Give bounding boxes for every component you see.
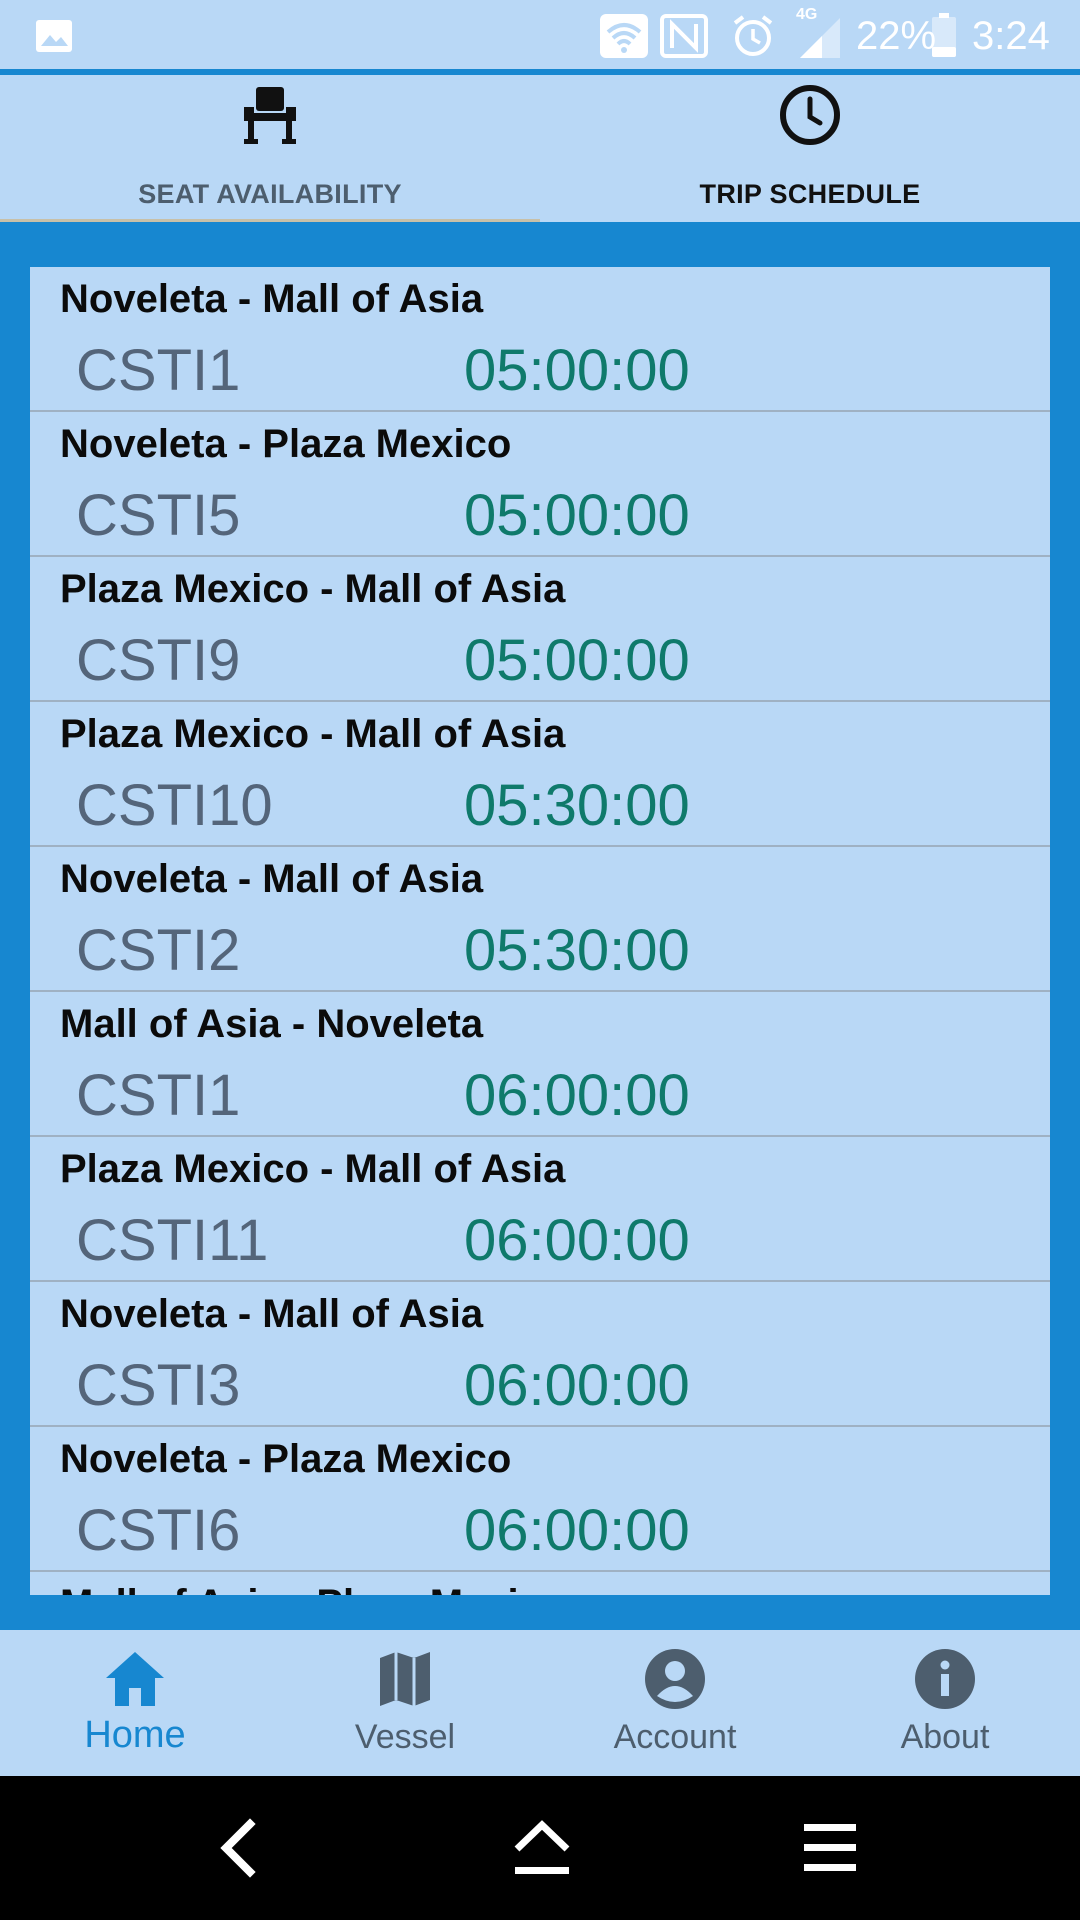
trip-code: CSTI3 (76, 1353, 241, 1418)
battery-icon (930, 0, 958, 72)
trip-time: 05:00:00 (464, 338, 690, 403)
trip-code: CSTI6 (76, 1498, 241, 1563)
back-arrow-icon (220, 1818, 256, 1878)
menu-system-button[interactable] (760, 1776, 900, 1920)
trip-row[interactable]: Noveleta - Mall of Asia CSTI2 05:30:00 (30, 847, 1050, 992)
back-button[interactable] (170, 1776, 310, 1920)
tab-indicator (0, 219, 540, 222)
trip-time: 06:00:00 (464, 1208, 690, 1273)
trip-time: 06:00:00 (464, 1063, 690, 1128)
home-system-button[interactable] (472, 1776, 612, 1920)
nfc-icon (660, 0, 708, 72)
schedule-tabs: SEAT AVAILABILITY TRIP SCHEDULE (0, 75, 1080, 222)
trip-row[interactable]: Plaza Mexico - Mall of Asia CSTI9 05:00:… (30, 557, 1050, 702)
nav-account[interactable]: Account (540, 1630, 810, 1776)
trip-code: CSTI9 (76, 628, 241, 693)
seat-icon (244, 87, 296, 144)
battery-percent: 22% (856, 0, 936, 72)
trip-route: Plaza Mexico - Mall of Asia (60, 567, 566, 611)
trip-route: Plaza Mexico - Mall of Asia (60, 1147, 566, 1191)
trip-route: Plaza Mexico - Mall of Asia (60, 712, 566, 756)
nav-home-label: Home (84, 1714, 186, 1756)
nav-about[interactable]: About (810, 1630, 1080, 1776)
trip-time: 06:00:00 (464, 1498, 690, 1563)
status-time-text: 3:24 (972, 13, 1050, 58)
tab-trip-schedule-label: TRIP SCHEDULE (699, 179, 921, 209)
clock-icon (780, 85, 840, 145)
trip-route: Noveleta - Plaza Mexico (60, 422, 512, 466)
trip-time: 05:30:00 (464, 918, 690, 983)
nav-account-label: Account (613, 1718, 737, 1756)
battery-percent-text: 22% (856, 13, 937, 58)
tab-trip-schedule[interactable]: TRIP SCHEDULE (540, 75, 1080, 222)
trip-route: Mall of Asia - Noveleta (60, 1002, 484, 1046)
trip-row[interactable]: Noveleta - Mall of Asia CSTI3 06:00:00 (30, 1282, 1050, 1427)
nav-about-label: About (900, 1718, 990, 1756)
info-icon (915, 1649, 975, 1709)
signal-icon: 4G (796, 0, 844, 72)
nav-vessel-label: Vessel (354, 1718, 456, 1756)
trip-code: CSTI1 (76, 1063, 241, 1128)
nav-vessel[interactable]: Vessel (270, 1630, 540, 1776)
menu-lines-icon (804, 1824, 856, 1871)
trip-time: 05:00:00 (464, 628, 690, 693)
trip-route: Noveleta - Plaza Mexico (60, 1437, 512, 1481)
nav-home[interactable]: Home (0, 1630, 270, 1776)
trip-time: 05:00:00 (464, 483, 690, 548)
trip-row[interactable]: Mall of Asia - Plaza Mexico (30, 1572, 1050, 1595)
wifi-icon (600, 0, 648, 72)
account-icon (645, 1649, 705, 1709)
clock-time: 3:24 (972, 0, 1050, 72)
trip-code: CSTI5 (76, 483, 241, 548)
trip-route: Mall of Asia - Plaza Mexico (60, 1582, 565, 1595)
trip-time: 06:00:00 (464, 1353, 690, 1418)
trip-row[interactable]: Noveleta - Mall of Asia CSTI1 05:00:00 (30, 267, 1050, 412)
trip-code: CSTI10 (76, 773, 273, 838)
trip-row[interactable]: Plaza Mexico - Mall of Asia CSTI11 06:00… (30, 1137, 1050, 1282)
system-navigation-bar (0, 1776, 1080, 1920)
trip-code: CSTI11 (76, 1208, 269, 1273)
trip-row[interactable]: Plaza Mexico - Mall of Asia CSTI10 05:30… (30, 702, 1050, 847)
tab-seat-availability[interactable]: SEAT AVAILABILITY (0, 75, 540, 222)
image-notification-icon (34, 0, 74, 72)
trip-route: Noveleta - Mall of Asia (60, 857, 484, 901)
status-bar: 4G 22% 3:24 (0, 0, 1080, 72)
home-icon (106, 1652, 164, 1706)
trip-route: Noveleta - Mall of Asia (60, 277, 484, 321)
bottom-navigation: Home Vessel Account About (0, 1630, 1080, 1776)
trip-list[interactable]: Noveleta - Mall of Asia CSTI1 05:00:00 N… (30, 267, 1050, 1595)
map-icon (380, 1652, 430, 1706)
trip-code: CSTI1 (76, 338, 241, 403)
alarm-icon (730, 0, 776, 72)
trip-row[interactable]: Mall of Asia - Noveleta CSTI1 06:00:00 (30, 992, 1050, 1137)
trip-row[interactable]: Noveleta - Plaza Mexico CSTI6 06:00:00 (30, 1427, 1050, 1572)
tab-seat-availability-label: SEAT AVAILABILITY (138, 179, 402, 209)
trip-route: Noveleta - Mall of Asia (60, 1292, 484, 1336)
trip-row[interactable]: Noveleta - Plaza Mexico CSTI5 05:00:00 (30, 412, 1050, 557)
trip-time: 05:30:00 (464, 773, 690, 838)
home-up-arrow-icon (514, 1820, 570, 1874)
trip-code: CSTI2 (76, 918, 241, 983)
